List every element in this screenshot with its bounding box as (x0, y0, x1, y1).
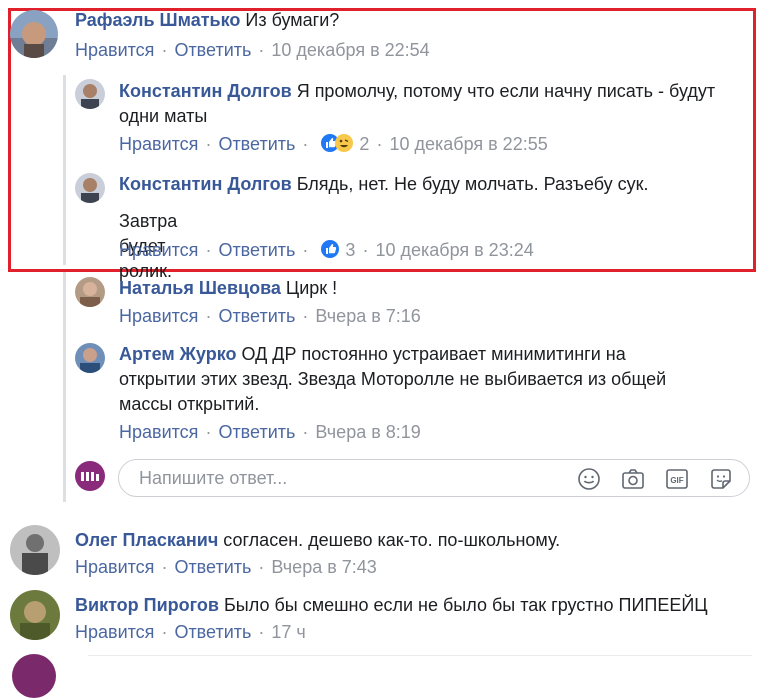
comment-time[interactable]: Вчера в 7:43 (271, 557, 376, 577)
reply-box[interactable]: GIF (118, 459, 750, 497)
reply-link[interactable]: Ответить (174, 40, 251, 60)
comment-author[interactable]: Артем Журко (119, 344, 236, 364)
comment-actions: Нравится · Ответить · Вчера в 8:19 (119, 422, 421, 442)
comment-body: Константин Долгов Я промолчу, потому что… (119, 79, 719, 129)
avatar[interactable] (10, 590, 60, 640)
like-link[interactable]: Нравится (119, 422, 198, 442)
reply-input[interactable] (137, 467, 561, 490)
comment-time[interactable]: Вчера в 7:16 (315, 306, 420, 326)
avatar[interactable] (10, 10, 58, 58)
avatar (12, 654, 56, 698)
comment-time[interactable]: 10 декабря в 22:54 (271, 40, 429, 60)
comment-author[interactable]: Константин Долгов (119, 174, 292, 194)
svg-text:GIF: GIF (670, 476, 683, 485)
comment-body: Наталья Шевцова Цирк ! (119, 276, 739, 301)
comment-body: Виктор Пирогов Было бы смешно если не бы… (75, 593, 755, 618)
comment-body: Артем Журко ОД ДР постоянно устраивает м… (119, 342, 679, 417)
comment-time[interactable]: 10 декабря в 22:55 (389, 134, 547, 154)
comment-author[interactable]: Виктор Пирогов (75, 595, 219, 615)
gif-icon[interactable]: GIF (665, 467, 689, 491)
comment-actions: Нравится · Ответить · 10 декабря в 22:54 (75, 40, 430, 60)
smile-icon[interactable] (577, 467, 601, 491)
comment-time[interactable]: Вчера в 8:19 (315, 422, 420, 442)
comment-time[interactable]: 10 декабря в 23:24 (375, 240, 533, 260)
comment-actions: Нравится · Ответить · 3 · 10 декабря в 23:24 (119, 239, 534, 260)
comment-body: Рафаэль Шматько Из бумаги? (75, 8, 735, 33)
comment-text: Цирк ! (285, 278, 338, 298)
reply-link[interactable]: Ответить (218, 240, 295, 260)
like-link[interactable]: Нравится (119, 134, 198, 154)
avatar[interactable] (75, 343, 105, 373)
comment-text: согласен. дешево как-то. по-школьному. (223, 530, 561, 550)
comment-author[interactable]: Константин Долгов (119, 81, 292, 101)
comment-actions: Нравится · Ответить · 17 ч (75, 622, 306, 642)
comment-time[interactable]: 17 ч (271, 622, 305, 642)
camera-icon[interactable] (621, 467, 645, 491)
thread-line (63, 272, 66, 502)
comment-text: Из бумаги? (245, 10, 340, 30)
thread-line (63, 75, 66, 265)
avatar[interactable] (75, 277, 105, 307)
reply-link[interactable]: Ответить (174, 557, 251, 577)
comment-body: Олег Пласканич согласен. дешево как-то. … (75, 528, 755, 553)
comment-actions: Нравится · Ответить · Вчера в 7:16 (119, 306, 421, 326)
comment-body: Константин Долгов Блядь, нет. Не буду мо… (119, 172, 739, 197)
like-reaction-icon[interactable] (320, 239, 340, 259)
reply-link[interactable]: Ответить (218, 134, 295, 154)
avatar[interactable] (75, 173, 105, 203)
like-reaction-icon[interactable] (320, 133, 354, 153)
like-link[interactable]: Нравится (75, 622, 154, 642)
avatar[interactable] (75, 79, 105, 109)
reply-link[interactable]: Ответить (218, 306, 295, 326)
comment-actions: Нравится · Ответить · 2 · 10 декабря в 22:55 (119, 133, 548, 154)
comment-actions: Нравится · Ответить · Вчера в 7:43 (75, 557, 377, 577)
reply-link[interactable]: Ответить (218, 422, 295, 442)
sticker-icon[interactable] (709, 467, 733, 491)
comment-author[interactable]: Рафаэль Шматько (75, 10, 240, 30)
comment-author[interactable]: Наталья Шевцова (119, 278, 281, 298)
like-link[interactable]: Нравится (119, 240, 198, 260)
current-user-avatar (75, 461, 105, 491)
reaction-count[interactable]: 3 (345, 240, 355, 260)
reaction-count[interactable]: 2 (359, 134, 369, 154)
reply-link[interactable]: Ответить (174, 622, 251, 642)
like-link[interactable]: Нравится (119, 306, 198, 326)
comment-text: Блядь, нет. Не буду молчать. Разъебу сук… (296, 174, 649, 194)
next-reply-box (88, 655, 752, 694)
avatar[interactable] (10, 525, 60, 575)
like-link[interactable]: Нравится (75, 557, 154, 577)
comment-text: Было бы смешно если не было бы так груст… (223, 595, 708, 615)
comment-author[interactable]: Олег Пласканич (75, 530, 218, 550)
like-link[interactable]: Нравится (75, 40, 154, 60)
